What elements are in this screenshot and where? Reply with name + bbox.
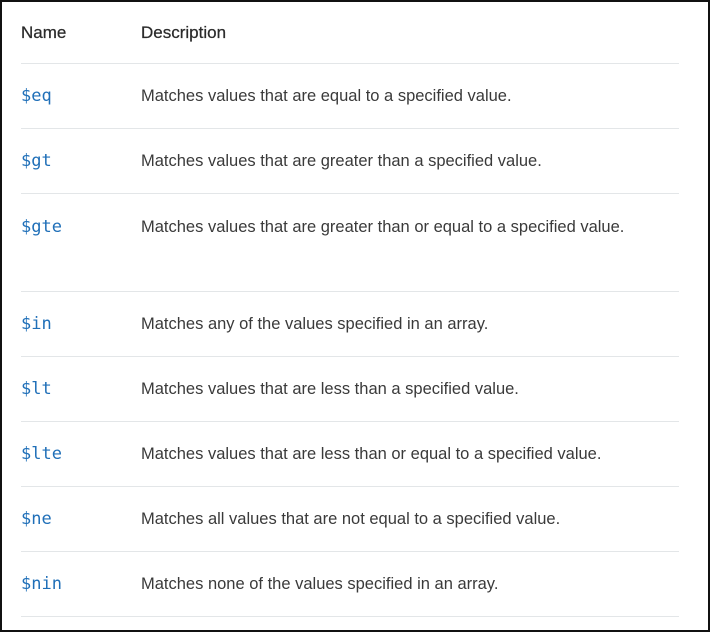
table-row: $lt Matches values that are less than a …: [21, 357, 679, 422]
table-row: $ne Matches all values that are not equa…: [21, 487, 679, 552]
operator-name: $lte: [21, 444, 62, 464]
table-row: $gte Matches values that are greater tha…: [21, 194, 679, 292]
column-header-name: Name: [21, 22, 67, 42]
operator-description: Matches values that are less than or equ…: [141, 444, 602, 463]
operator-name: $lt: [21, 379, 52, 399]
table-header-row: Name Description: [21, 2, 679, 64]
screenshot-frame: Name Description $eq Matches values that…: [0, 0, 710, 632]
operator-description: Matches all values that are not equal to…: [141, 509, 561, 528]
operator-description: Matches any of the values specified in a…: [141, 314, 489, 333]
operator-description: Matches values that are equal to a speci…: [141, 86, 512, 105]
operator-name: $nin: [21, 574, 62, 594]
table-row: $lte Matches values that are less than o…: [21, 422, 679, 487]
operator-name: $gte: [21, 217, 62, 237]
table-row: $in Matches any of the values specified …: [21, 292, 679, 357]
operator-description: Matches none of the values specified in …: [141, 574, 499, 593]
operator-description: Matches values that are greater than a s…: [141, 151, 542, 170]
operator-name: $in: [21, 314, 52, 334]
operator-name: $gt: [21, 151, 52, 171]
operators-table: Name Description $eq Matches values that…: [21, 2, 679, 617]
table-row: $gt Matches values that are greater than…: [21, 129, 679, 194]
operator-description: Matches values that are less than a spec…: [141, 379, 519, 398]
operator-name: $ne: [21, 509, 52, 529]
operator-description: Matches values that are greater than or …: [141, 218, 625, 236]
table-row: $nin Matches none of the values specifie…: [21, 552, 679, 617]
operator-name: $eq: [21, 86, 52, 106]
table-row: $eq Matches values that are equal to a s…: [21, 64, 679, 129]
column-header-description: Description: [141, 22, 227, 42]
